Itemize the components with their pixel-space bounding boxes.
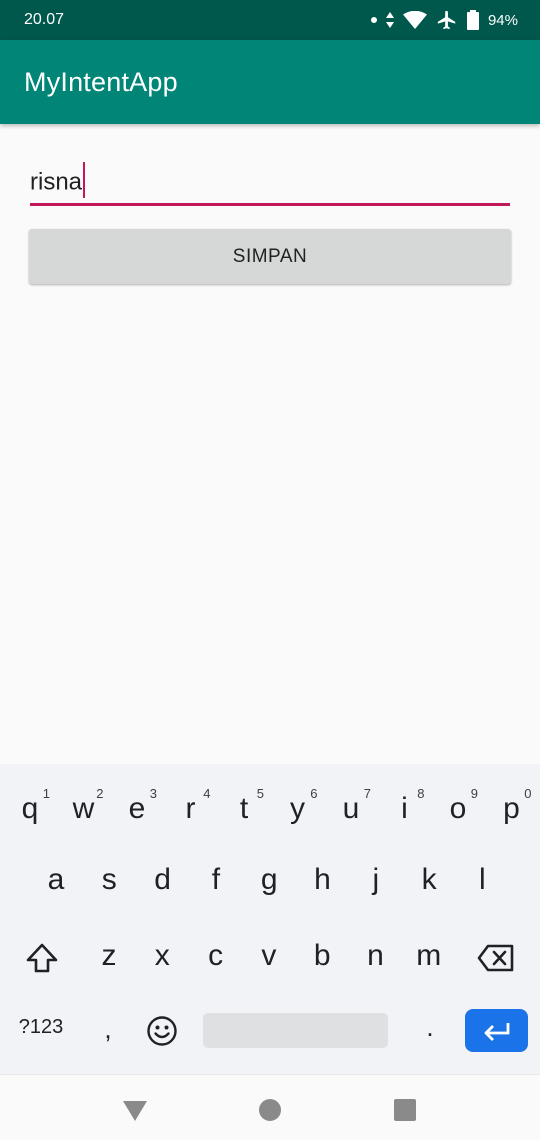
key-hint: 6 <box>310 786 318 801</box>
key-r[interactable]: r4 <box>165 774 217 834</box>
app-title: MyIntentApp <box>24 67 178 97</box>
battery-icon <box>466 10 479 30</box>
key-label: j <box>372 863 380 896</box>
key-label: k <box>421 863 437 896</box>
key-label: p <box>503 792 520 825</box>
key-label: d <box>154 863 171 896</box>
status-bar: 20.07 94% <box>0 0 540 40</box>
backspace-icon <box>477 944 514 972</box>
status-icons: 94% <box>370 8 518 32</box>
symbols-key[interactable]: ?123 <box>10 1007 72 1047</box>
key-n[interactable]: n <box>350 926 402 986</box>
key-label: m <box>416 939 442 972</box>
key-label: r <box>185 792 196 825</box>
key-f[interactable]: f <box>190 850 242 910</box>
key-q[interactable]: q1 <box>4 774 56 834</box>
key-h[interactable]: h <box>297 850 349 910</box>
text-caret <box>83 162 86 198</box>
key-label: h <box>314 863 331 896</box>
key-label: b <box>313 939 331 972</box>
key-hint: 3 <box>149 786 157 801</box>
key-hint: 1 <box>42 786 50 801</box>
key-t[interactable]: t5 <box>218 774 270 834</box>
soft-keyboard: q1w2e3r4t5y6u7i8o9p0 asdfghjkl zxcvbnm ?… <box>0 764 540 1074</box>
key-label: l <box>479 863 486 896</box>
app-bar: MyIntentApp <box>0 40 540 124</box>
key-hint: 8 <box>417 786 425 801</box>
key-l[interactable]: l <box>456 850 508 910</box>
key-hint: 0 <box>524 786 532 801</box>
name-input-value: risna <box>30 162 86 198</box>
backspace-key[interactable] <box>466 928 526 988</box>
key-g[interactable]: g <box>243 850 295 910</box>
save-button[interactable]: SIMPAN <box>29 229 511 284</box>
navigation-bar <box>0 1074 540 1140</box>
key-label: i <box>401 792 408 825</box>
key-label: c <box>208 939 224 972</box>
key-label: u <box>342 792 360 825</box>
key-label: g <box>260 863 278 896</box>
key-x[interactable]: x <box>136 926 188 986</box>
key-label: w <box>72 792 95 825</box>
recents-icon <box>394 1099 416 1121</box>
key-z[interactable]: z <box>83 926 135 986</box>
key-label: v <box>261 939 277 972</box>
home-button[interactable] <box>255 1095 285 1125</box>
key-u[interactable]: u7 <box>325 774 377 834</box>
key-label: e <box>128 792 146 825</box>
key-y[interactable]: y6 <box>272 774 324 834</box>
name-input-text: risna <box>30 168 83 196</box>
emoji-key[interactable] <box>140 1009 184 1053</box>
key-label: x <box>154 939 170 972</box>
key-hint: 7 <box>363 786 371 801</box>
key-b[interactable]: b <box>296 926 348 986</box>
key-label: z <box>101 939 117 972</box>
key-v[interactable]: v <box>243 926 295 986</box>
key-hint: 9 <box>470 786 478 801</box>
home-icon <box>259 1099 281 1121</box>
key-label: f <box>211 863 221 896</box>
key-m[interactable]: m <box>403 926 455 986</box>
shift-key[interactable] <box>12 928 72 988</box>
wifi-icon <box>402 11 427 29</box>
emoji-icon <box>147 1016 177 1046</box>
key-i[interactable]: i8 <box>379 774 431 834</box>
data-arrows-icon <box>385 12 394 28</box>
recents-button[interactable] <box>390 1095 420 1125</box>
notification-dot-icon <box>370 17 377 23</box>
key-label: q <box>21 792 39 825</box>
key-e[interactable]: e3 <box>111 774 163 834</box>
key-d[interactable]: d <box>137 850 189 910</box>
airplane-mode-icon <box>437 10 456 30</box>
key-j[interactable]: j <box>350 850 402 910</box>
back-icon <box>123 1101 147 1121</box>
status-time: 20.07 <box>24 11 65 28</box>
shift-icon <box>26 943 58 973</box>
key-label: t <box>239 792 249 825</box>
key-c[interactable]: c <box>190 926 242 986</box>
key-label: s <box>101 863 117 896</box>
key-a[interactable]: a <box>30 850 82 910</box>
period-key[interactable]: . <box>410 1002 450 1052</box>
key-w[interactable]: w2 <box>58 774 110 834</box>
key-hint: 2 <box>96 786 104 801</box>
key-p[interactable]: p0 <box>486 774 538 834</box>
key-hint: 5 <box>256 786 264 801</box>
key-label: o <box>449 792 467 825</box>
key-label: a <box>47 863 65 896</box>
key-hint: 4 <box>203 786 211 801</box>
key-s[interactable]: s <box>83 850 135 910</box>
comma-key[interactable]: , <box>88 1004 128 1054</box>
enter-icon <box>484 1022 509 1041</box>
enter-key[interactable] <box>465 1009 528 1052</box>
battery-percent: 94% <box>487 11 518 29</box>
key-k[interactable]: k <box>403 850 455 910</box>
back-button[interactable] <box>120 1095 150 1125</box>
key-label: y <box>290 792 305 825</box>
key-label: n <box>367 939 384 972</box>
space-key[interactable] <box>203 1013 388 1048</box>
key-o[interactable]: o9 <box>432 774 484 834</box>
name-input[interactable]: risna <box>30 158 510 206</box>
